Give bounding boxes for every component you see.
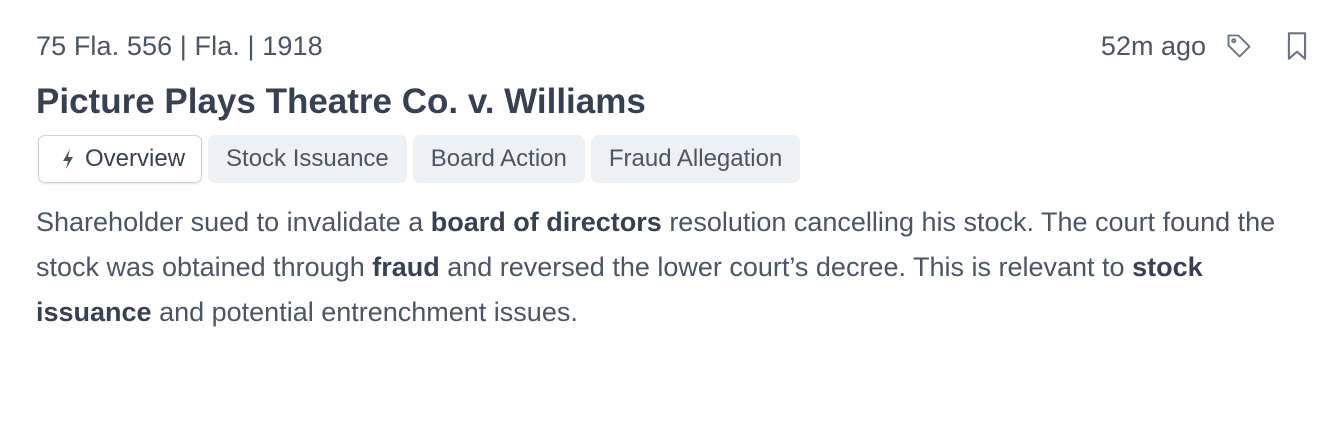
tab-label: Board Action xyxy=(430,145,567,172)
timestamp: 52m ago xyxy=(1100,30,1206,61)
bolt-icon xyxy=(61,148,75,170)
tab-overview[interactable]: Overview xyxy=(38,135,203,183)
tag-icon[interactable] xyxy=(1222,29,1256,63)
case-title[interactable]: Picture Plays Theatre Co. v. Williams xyxy=(36,82,646,122)
tab-bar: Overview Stock Issuance Board Action Fra… xyxy=(38,135,806,183)
tab-board-action[interactable]: Board Action xyxy=(412,135,585,183)
tab-label: Stock Issuance xyxy=(226,145,389,172)
tab-fraud-allegation[interactable]: Fraud Allegation xyxy=(590,135,801,183)
case-summary: Shareholder sued to invalidate a board o… xyxy=(36,200,1306,335)
tab-label: Overview xyxy=(85,145,186,172)
case-card: 75 Fla. 556 | Fla. | 1918 52m ago Pictur… xyxy=(0,0,1342,446)
meta-actions: 52m ago xyxy=(1101,29,1314,63)
summary-highlight: fraud xyxy=(372,252,440,282)
meta-row: 75 Fla. 556 | Fla. | 1918 52m ago xyxy=(36,28,1314,64)
citation: 75 Fla. 556 | Fla. | 1918 xyxy=(36,30,323,61)
bookmark-icon[interactable] xyxy=(1280,29,1314,63)
tab-stock-issuance[interactable]: Stock Issuance xyxy=(208,135,407,183)
summary-text: Shareholder sued to invalidate a xyxy=(36,207,431,237)
summary-text: and reversed the lower court’s decree. T… xyxy=(439,252,1133,282)
summary-text: and potential entrenchment issues. xyxy=(151,297,578,327)
tab-label: Fraud Allegation xyxy=(608,145,783,172)
summary-highlight: board of directors xyxy=(430,207,662,237)
